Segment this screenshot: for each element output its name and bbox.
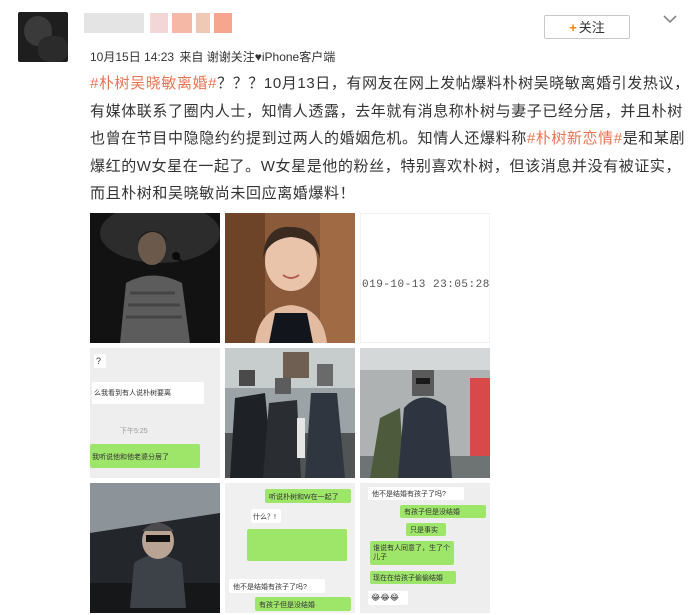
chat-text: 他不是结婚有孩子了吗? [372,491,446,498]
photo-singer-stage[interactable] [90,213,220,343]
username-mosaic [196,13,210,33]
follow-button[interactable]: + 关注 [544,15,630,39]
chat-text: 什么？! [253,514,276,521]
photo-man-in-car[interactable] [90,483,220,613]
screenshot-timestamp[interactable]: 019-10-13 23:05:28 [360,213,490,343]
post-date[interactable]: 10月15日 14:23 [90,50,174,64]
screenshot-timestamp-background [360,213,490,343]
chevron-down-icon[interactable] [662,12,678,26]
photo-singer-stage-graphic [90,213,220,343]
chat-text: 只是事实 [410,527,438,534]
screenshot-chat-3[interactable]: 他不是结婚有孩子了吗? 有孩子但是没结婚 只是事实 谁说有人同意了，生了个儿子 … [360,483,490,613]
photo-street-group-graphic [225,348,355,478]
timestamp-text: 019-10-13 23:05:28 [362,279,490,291]
chat-text: 他不是结婚有孩子了吗? [233,584,307,591]
chat-text: 有孩子但是没结婚 [404,509,460,516]
screenshot-chat-1[interactable]: ? 么我看到有人说朴树要离 下午5:25 我听说他和他老婆分居了 [90,348,220,478]
username-mosaic [214,13,232,33]
avatar[interactable] [18,12,68,62]
post-meta: 10月15日 14:23 来自 谢谢关注♥iPhone客户端 [90,48,337,65]
chat-text: 我听说他和他老婆分居了 [92,454,169,461]
avatar-shape [38,36,68,62]
screenshot-chat-2[interactable]: 听说朴树和W在一起了 什么？! 他不是结婚有孩子了吗? 有孩子但是没结婚 [225,483,355,613]
chat-text: 么我看到有人说朴树要离 [94,390,171,397]
username-blurred[interactable] [84,13,244,35]
chat-text: 听说朴树和W在一起了 [269,494,339,501]
weibo-post-card: 10月15日 14:23 来自 谢谢关注♥iPhone客户端 + 关注 #朴树吴晓… [0,0,700,615]
chat-text: 现在在给孩子偷偷结婚 [373,575,443,582]
photo-street-group[interactable] [225,348,355,478]
photo-woman-portrait[interactable] [225,213,355,343]
chat-text: 谁说有人同意了，生了个儿子 [373,545,450,561]
username-mosaic [150,13,168,33]
username-mosaic [172,13,192,33]
photo-man-backpack[interactable] [360,348,490,478]
hashtag-link[interactable]: #朴树新恋情# [527,130,623,147]
chat-emoji: 😂😂😂 [371,593,400,602]
follow-label: 关注 [578,20,605,35]
plus-icon: + [569,20,577,35]
post-source: 来自 谢谢关注♥iPhone客户端 [179,50,336,64]
photo-man-backpack-graphic [360,348,490,478]
chat-text: ? [96,356,102,366]
photo-man-in-car-graphic [90,483,220,613]
username-mosaic [84,13,144,33]
photo-woman-portrait-graphic [225,213,355,343]
chat-text: 有孩子但是没结婚 [259,602,315,609]
screenshot-chat-2-graphic [225,483,355,613]
hashtag-link[interactable]: #朴树吴晓敏离婚# [90,75,217,92]
post-text: #朴树吴晓敏离婚#？？？10月13日，有网友在网上发帖爆料朴树吴晓敏离婚引发热议… [90,70,690,208]
chat-time: 下午5:25 [120,428,148,435]
